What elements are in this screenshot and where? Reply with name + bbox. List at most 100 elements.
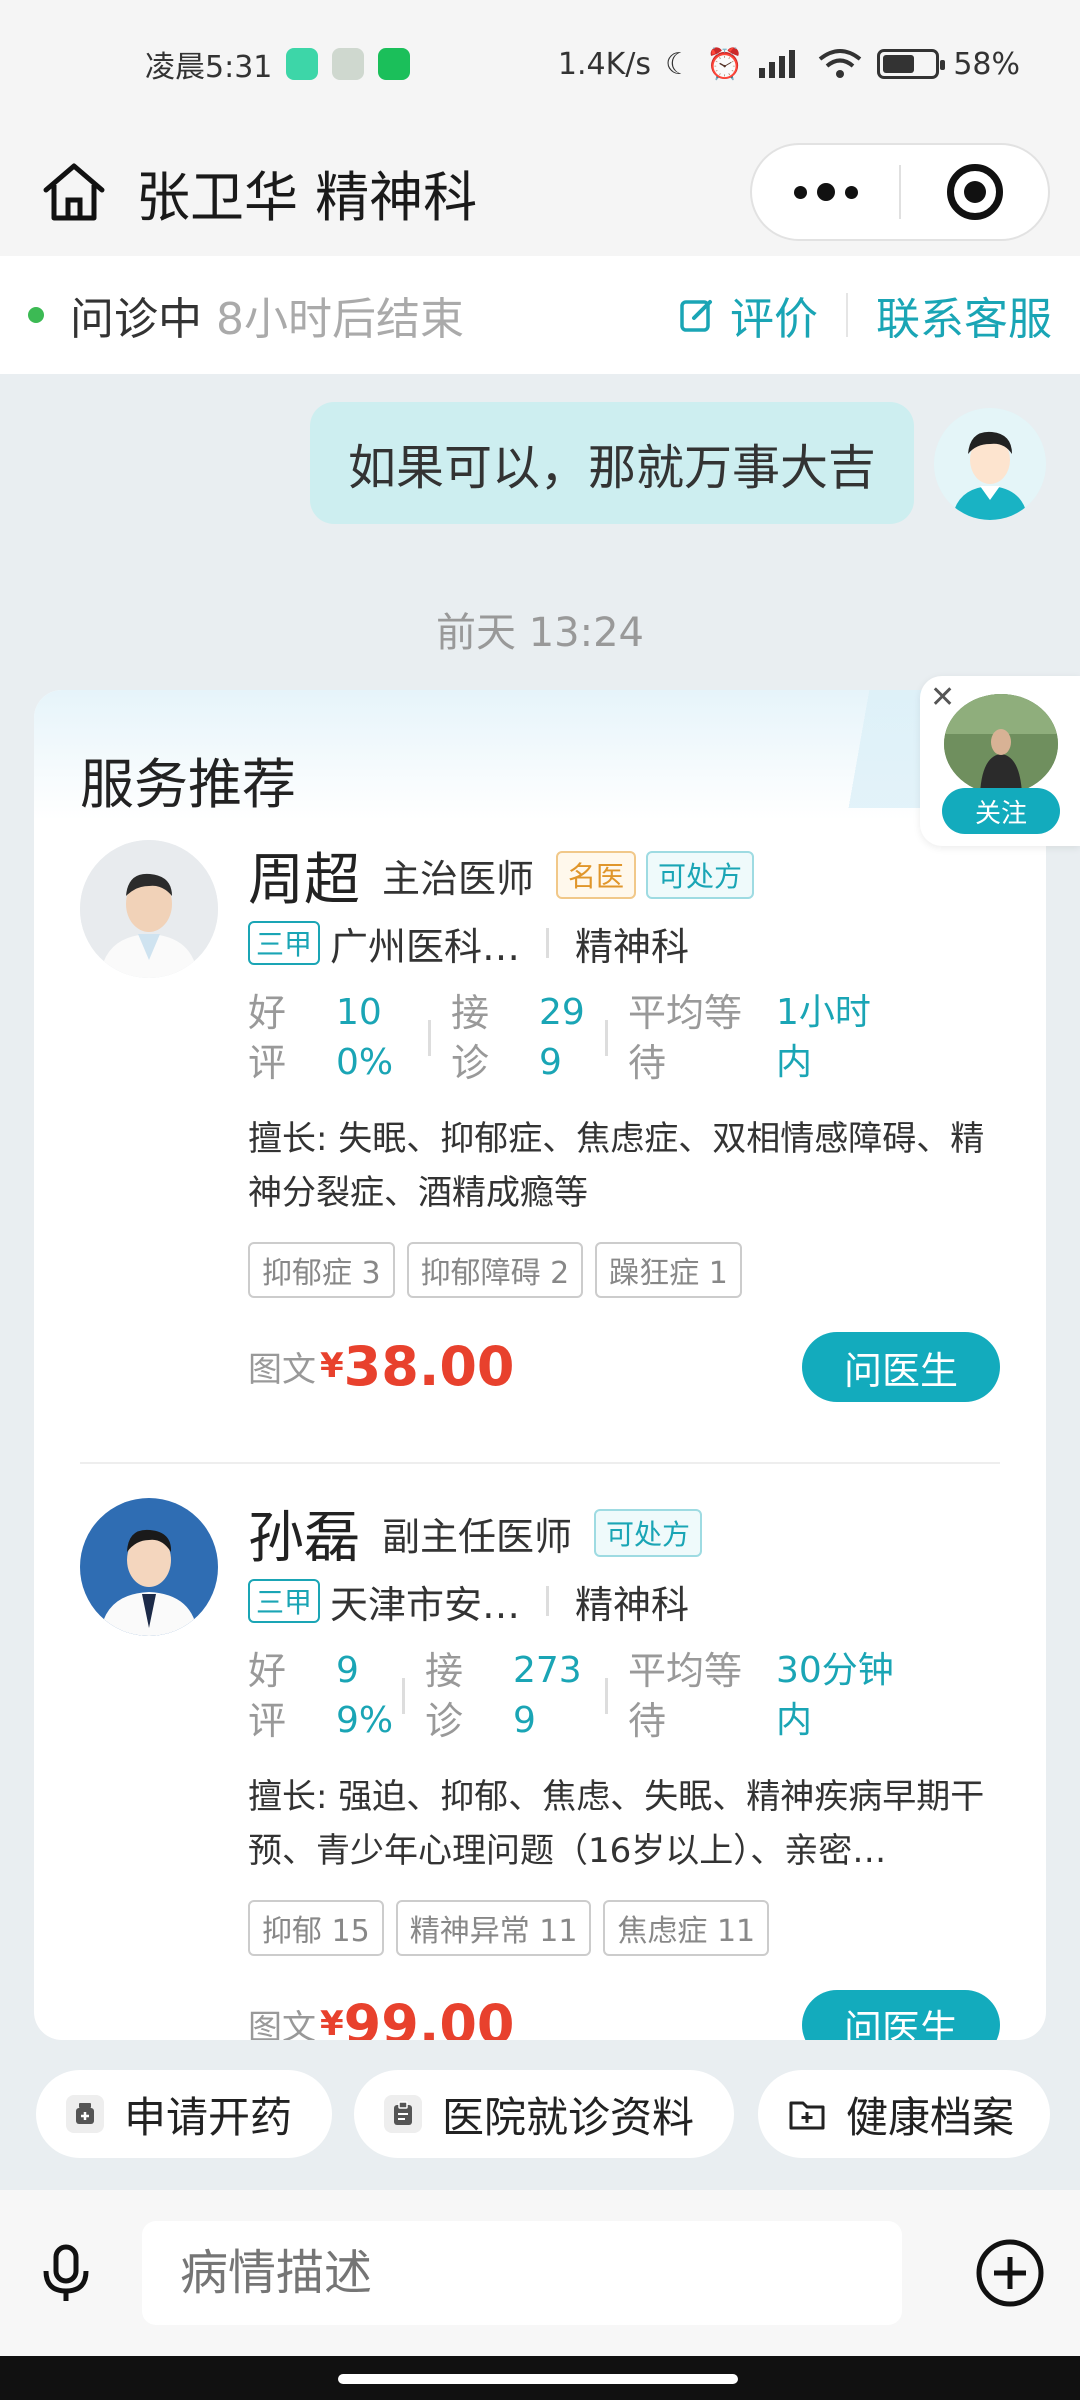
ask-doctor-button[interactable]: 问医生 bbox=[802, 1332, 1000, 1402]
contact-service-label: 联系客服 bbox=[876, 294, 1052, 345]
request-medicine-label: 申请开药 bbox=[124, 2092, 293, 2142]
visits-value: 299 bbox=[539, 992, 585, 1083]
microphone-icon[interactable] bbox=[34, 2241, 98, 2305]
rate-button[interactable]: 评价 bbox=[678, 283, 818, 347]
folder-plus-icon bbox=[788, 2095, 826, 2133]
follow-widget: ✕ 关注 bbox=[920, 676, 1080, 846]
hospital-name: 广州医科… bbox=[330, 924, 521, 969]
contact-service-button[interactable]: 联系客服 bbox=[876, 283, 1052, 347]
quick-actions-bar: 申请开药 医院就诊资料 健康档案 bbox=[0, 2040, 1080, 2190]
disease-chip: 抑郁 15 bbox=[248, 1900, 384, 1956]
disease-chip: 精神异常 11 bbox=[395, 1900, 592, 1956]
signal-icon bbox=[759, 50, 796, 78]
department: 精神科 bbox=[575, 1582, 690, 1627]
target-icon bbox=[946, 164, 1003, 220]
doctor-title: 主治医师 bbox=[382, 856, 535, 901]
medicine-icon bbox=[66, 2095, 104, 2133]
doctor-item[interactable]: 周超 主治医师 名医 可处方 三甲 广州医科… 精神科 好评 100% 接诊 299… bbox=[80, 840, 1000, 1402]
consult-status: 问诊中 bbox=[70, 294, 202, 345]
divider bbox=[80, 1462, 1000, 1464]
consult-status-bar: 问诊中 8小时后结束 评价 联系客服 bbox=[0, 256, 1080, 374]
wait-value: 1小时内 bbox=[776, 992, 871, 1083]
follow-button[interactable]: 关注 bbox=[942, 788, 1060, 834]
close-miniprogram-button[interactable] bbox=[901, 164, 1048, 220]
more-button[interactable] bbox=[752, 183, 899, 201]
hospital-grade-badge: 三甲 bbox=[248, 921, 321, 965]
rating-label: 好评 bbox=[248, 1649, 287, 1743]
mini-program-capsule bbox=[750, 143, 1050, 241]
edit-icon bbox=[680, 300, 712, 332]
alarm-icon: ⏰ bbox=[705, 46, 744, 82]
chat-message-text: 如果可以，那就万事大吉 bbox=[347, 440, 876, 496]
service-recommendation-card: 服务推荐 周超 主治医师 名医 可处方 三甲 广州医科… 精神科 好评 100% … bbox=[34, 690, 1046, 2040]
wifi-icon bbox=[819, 49, 862, 78]
doctor-title: 副主任医师 bbox=[382, 1514, 573, 1559]
home-indicator[interactable] bbox=[338, 2374, 738, 2384]
disease-chip: 抑郁障碍 2 bbox=[406, 1242, 584, 1298]
doctor-name: 孙磊 bbox=[248, 1505, 360, 1571]
clipboard-icon bbox=[384, 2095, 422, 2133]
disease-chips: 抑郁 15 精神异常 11 焦虑症 11 bbox=[248, 1900, 1000, 1956]
rate-label: 评价 bbox=[730, 294, 818, 345]
status-bar: 凌晨5:31 1.4K/s ☾ ⏰ 58% bbox=[0, 0, 1080, 128]
card-title: 服务推荐 bbox=[80, 753, 296, 816]
clock: 凌晨5:31 bbox=[145, 50, 273, 85]
add-icon[interactable] bbox=[974, 2237, 1046, 2309]
status-dot bbox=[28, 307, 44, 323]
chat-timestamp: 前天 13:24 bbox=[436, 610, 644, 656]
prescription-tag: 可处方 bbox=[646, 851, 755, 899]
battery-icon bbox=[877, 49, 946, 79]
battery-percent: 58% bbox=[953, 46, 1020, 82]
rating-value: 99% bbox=[336, 1650, 394, 1741]
rating-label: 好评 bbox=[248, 991, 287, 1085]
disease-chip: 焦虑症 11 bbox=[603, 1900, 770, 1956]
phone-notification-icon bbox=[378, 48, 411, 80]
ask-doctor-button[interactable]: 问医生 bbox=[802, 1990, 1000, 2040]
doctor-stats: 好评 100% 接诊 299 平均等待 1小时内 bbox=[248, 986, 1000, 1090]
disease-chip: 躁狂症 1 bbox=[595, 1242, 742, 1298]
price-value: 99.00 bbox=[343, 1992, 515, 2041]
visits-label: 接诊 bbox=[425, 1649, 464, 1743]
doctor-avatar bbox=[80, 840, 218, 978]
rating-value: 100% bbox=[336, 992, 394, 1083]
visits-value: 2739 bbox=[513, 1650, 582, 1741]
input-bar bbox=[0, 2190, 1080, 2356]
network-speed: 1.4K/s bbox=[557, 46, 652, 82]
doctor-item[interactable]: 孙磊 副主任医师 可处方 三甲 天津市安… 精神科 好评 99% 接诊 2739 平… bbox=[80, 1498, 1000, 2040]
page-title: 张卫华 精神科 bbox=[136, 165, 478, 229]
famous-doctor-tag: 名医 bbox=[556, 851, 637, 899]
user-avatar[interactable] bbox=[934, 408, 1046, 520]
doctor-avatar bbox=[80, 1498, 218, 1636]
hospital-grade-badge: 三甲 bbox=[248, 1579, 321, 1623]
home-icon[interactable] bbox=[40, 158, 108, 226]
doctor-name: 周超 bbox=[248, 847, 360, 913]
more-dots-icon bbox=[793, 185, 807, 199]
hospital-name: 天津市安… bbox=[330, 1582, 521, 1627]
doctor-expertise: 擅长: 失眠、抑郁症、焦虑症、双相情感障碍、精神分裂症、酒精成瘾等 bbox=[248, 1119, 985, 1213]
symptom-input[interactable] bbox=[142, 2221, 902, 2325]
doctor-expertise: 擅长: 强迫、抑郁、焦虑、失眠、精神疾病早期干预、青少年心理问题（16岁以上）、… bbox=[248, 1777, 985, 1871]
moon-icon: ☾ bbox=[665, 46, 692, 82]
wait-label: 平均等待 bbox=[628, 991, 743, 1085]
hospital-records-label: 医院就诊资料 bbox=[442, 2092, 695, 2142]
health-records-label: 健康档案 bbox=[846, 2092, 1015, 2142]
disease-chips: 抑郁症 3 抑郁障碍 2 躁狂症 1 bbox=[248, 1242, 1000, 1298]
department: 精神科 bbox=[575, 924, 690, 969]
shield-notification-icon bbox=[332, 48, 365, 80]
disease-chip: 抑郁症 3 bbox=[248, 1242, 395, 1298]
chat-message-bubble[interactable]: 如果可以，那就万事大吉 bbox=[309, 402, 914, 524]
close-icon[interactable]: ✕ bbox=[930, 680, 955, 715]
hospital-records-button[interactable]: 医院就诊资料 bbox=[354, 2070, 734, 2158]
avatar-illustration bbox=[934, 408, 1046, 520]
price-value: 38.00 bbox=[343, 1334, 515, 1398]
request-medicine-button[interactable]: 申请开药 bbox=[36, 2070, 332, 2158]
wait-label: 平均等待 bbox=[628, 1649, 743, 1743]
prescription-tag: 可处方 bbox=[594, 1509, 703, 1557]
app-notification-icon bbox=[286, 48, 319, 80]
wait-value: 30分钟内 bbox=[776, 1650, 894, 1741]
doctor-stats: 好评 99% 接诊 2739 平均等待 30分钟内 bbox=[248, 1644, 1000, 1748]
doctor-photo[interactable] bbox=[944, 694, 1058, 794]
system-nav-bar bbox=[0, 2356, 1080, 2400]
visits-label: 接诊 bbox=[451, 991, 490, 1085]
health-records-button[interactable]: 健康档案 bbox=[758, 2070, 1050, 2158]
